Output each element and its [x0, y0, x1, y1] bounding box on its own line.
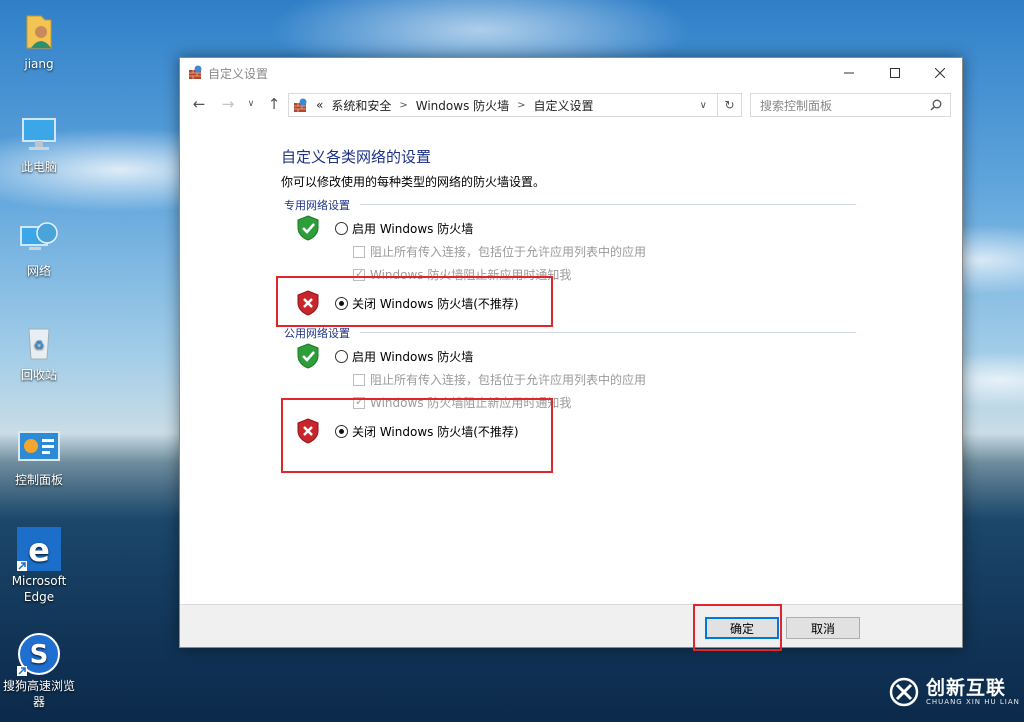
desktop-icon-label: 网络	[26, 264, 51, 278]
watermark-title: 创新互联	[926, 677, 1007, 699]
svg-text:♻: ♻	[34, 338, 45, 352]
minimize-icon	[844, 72, 854, 73]
chevron-down-icon: ∨	[247, 99, 255, 109]
radio-label: 启用 Windows 防火墙	[352, 350, 474, 364]
public-block-all-checkbox[interactable]: 阻止所有传入连接，包括位于允许应用列表中的应用	[353, 371, 646, 388]
private-network-section-label: 专用网络设置	[284, 199, 350, 212]
control-panel-icon	[18, 431, 60, 461]
page-description: 你可以修改使用的每种类型的网络的防火墙设置。	[281, 175, 546, 189]
svg-text:S: S	[30, 640, 49, 670]
up-button[interactable]: ↑	[264, 95, 284, 113]
desktop-icon-control-panel[interactable]: 控制面板	[0, 426, 78, 488]
desktop-icon-this-pc[interactable]: 此电脑	[0, 113, 78, 175]
public-enable-firewall-radio[interactable]: 启用 Windows 防火墙	[335, 348, 473, 365]
highlight-private-disable	[276, 276, 553, 327]
page-heading: 自定义各类网络的设置	[281, 148, 432, 166]
refresh-icon: ↻	[724, 98, 735, 112]
section-divider	[360, 204, 856, 205]
svg-text:e: e	[28, 531, 50, 569]
maximize-icon	[890, 67, 900, 78]
radio-button[interactable]	[335, 350, 348, 363]
shield-check-green-icon	[297, 215, 319, 241]
breadcrumb-item[interactable]: 系统和安全	[331, 97, 391, 114]
address-dropdown-icon[interactable]: ∨	[700, 100, 707, 111]
forward-button[interactable]: →	[218, 95, 238, 113]
desktop-icon-label-line2: 器	[32, 695, 45, 709]
breadcrumb-overflow[interactable]: «	[316, 98, 323, 112]
window-title: 自定义设置	[208, 67, 269, 81]
watermark-logo: 创新互联 CHUANG XIN HU LIAN	[888, 676, 1020, 708]
breadcrumb-item[interactable]: 自定义设置	[534, 97, 594, 114]
radio-label: 启用 Windows 防火墙	[352, 222, 474, 236]
maximize-button[interactable]	[872, 58, 918, 87]
back-arrow-icon: ←	[192, 95, 206, 113]
highlight-ok-button	[693, 604, 782, 651]
recycle-bin-icon: ♻	[28, 328, 50, 360]
sogou-browser-icon: S	[17, 633, 60, 676]
breadcrumb-item[interactable]: Windows 防火墙	[416, 97, 509, 114]
breadcrumb-separator-icon[interactable]: >	[517, 100, 525, 111]
radio-button[interactable]	[335, 222, 348, 235]
desktop-icon-label-line1: Microsoft	[11, 574, 67, 588]
back-button[interactable]: ←	[189, 95, 209, 113]
firewall-customize-window: 自定义设置 ← → ∨ ↑ « 系统和安全 > Windows 防火墙 > 自定…	[179, 57, 963, 648]
firewall-app-icon	[189, 65, 202, 79]
network-icon	[20, 222, 58, 250]
cancel-button[interactable]: 取消	[786, 617, 860, 639]
private-block-all-checkbox[interactable]: 阻止所有传入连接，包括位于允许应用列表中的应用	[353, 243, 646, 260]
desktop-icon-edge[interactable]: e Microsoft Edge	[0, 527, 78, 605]
desktop-icon-label: 控制面板	[14, 473, 63, 487]
close-icon	[935, 67, 945, 78]
desktop-icon-label-line2: Edge	[23, 590, 55, 604]
section-divider	[360, 332, 856, 333]
up-arrow-icon: ↑	[267, 95, 281, 113]
desktop-icon-label-line1: 搜狗高速浏览	[2, 679, 75, 693]
user-folder-icon	[26, 15, 52, 49]
breadcrumb-separator-icon[interactable]: >	[399, 100, 407, 111]
desktop-icon-network[interactable]: 网络	[0, 217, 78, 279]
refresh-button[interactable]: ↻	[717, 94, 741, 116]
desktop-icon-label: 回收站	[20, 368, 57, 382]
watermark-x-icon	[889, 677, 919, 707]
dialog-footer: 确定 取消	[180, 604, 962, 647]
desktop-icon-user-folder[interactable]: jiang	[0, 10, 78, 72]
edge-icon: e	[17, 527, 61, 571]
highlight-public-disable	[281, 398, 553, 473]
checkbox[interactable]	[353, 373, 365, 386]
recent-locations-button[interactable]: ∨	[241, 95, 261, 113]
minimize-button[interactable]	[826, 58, 872, 87]
checkbox[interactable]	[353, 245, 365, 258]
checkbox-label: 阻止所有传入连接，包括位于允许应用列表中的应用	[370, 373, 647, 387]
address-bar[interactable]: « 系统和安全 > Windows 防火墙 > 自定义设置 ∨ ↻	[288, 93, 742, 117]
this-pc-icon	[22, 118, 56, 150]
private-enable-firewall-radio[interactable]: 启用 Windows 防火墙	[335, 220, 473, 237]
shield-check-green-icon	[297, 343, 319, 369]
desktop-icon-sogou-browser[interactable]: S 搜狗高速浏览 器	[0, 632, 78, 710]
close-button[interactable]	[917, 58, 963, 87]
settings-content: 自定义各类网络的设置 你可以修改使用的每种类型的网络的防火墙设置。 专用网络设置…	[180, 118, 962, 604]
firewall-location-icon	[294, 98, 307, 112]
public-network-section-label: 公用网络设置	[284, 327, 350, 340]
forward-arrow-icon: →	[221, 95, 235, 113]
desktop-icon-label: jiang	[24, 57, 54, 71]
desktop-icon-label: 此电脑	[20, 160, 57, 174]
search-placeholder: 搜索控制面板	[760, 98, 833, 113]
search-icon[interactable]	[930, 99, 942, 111]
checkbox-label: 阻止所有传入连接，包括位于允许应用列表中的应用	[370, 245, 647, 259]
watermark-subtitle: CHUANG XIN HU LIAN	[926, 698, 1020, 706]
desktop-icon-recycle-bin[interactable]: ♻ 回收站	[0, 321, 78, 383]
search-input[interactable]: 搜索控制面板	[750, 93, 951, 117]
title-bar[interactable]: 自定义设置	[180, 58, 962, 87]
